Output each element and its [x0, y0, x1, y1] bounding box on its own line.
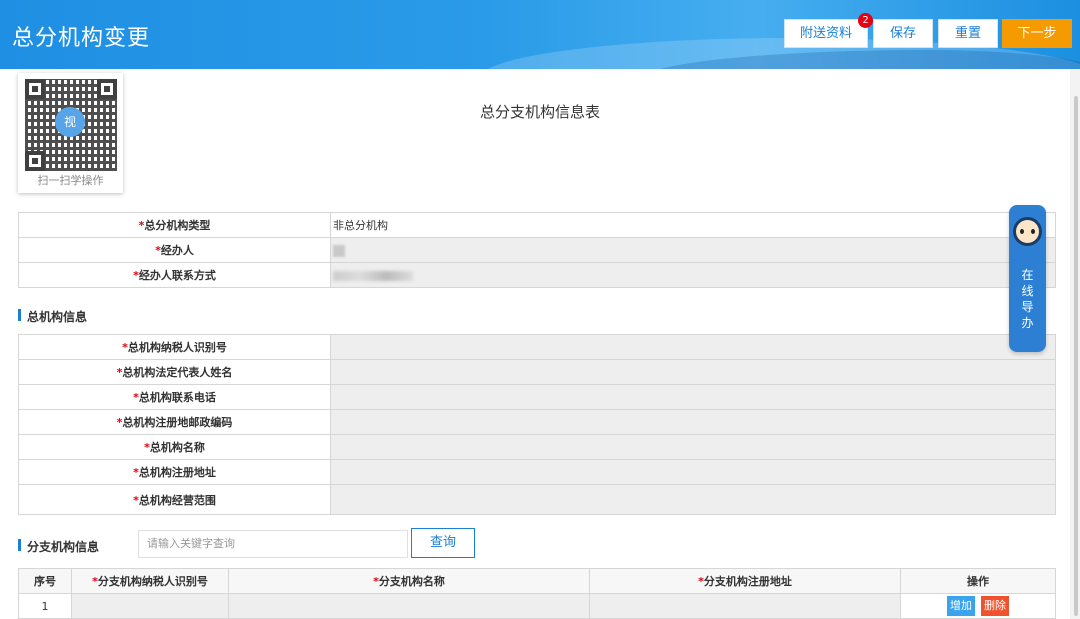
- field-label: *总机构注册地址: [18, 459, 331, 485]
- qr-finder-pattern: [25, 151, 45, 171]
- field-label: *总机构法定代表人姓名: [18, 359, 331, 385]
- hq-phone-field[interactable]: [330, 384, 1056, 410]
- org-type-value[interactable]: 非总分机构: [330, 212, 1056, 238]
- column-header: 操作: [900, 568, 1056, 594]
- table-row: *总机构法定代表人姓名: [18, 359, 1056, 385]
- hq-business-scope-field[interactable]: [330, 484, 1056, 515]
- guide-char: 线: [1021, 284, 1034, 298]
- field-label: *总机构经营范围: [18, 484, 331, 515]
- redacted-value: [333, 270, 413, 281]
- add-row-button[interactable]: 增加: [947, 596, 975, 616]
- page-header: 总分机构变更 附送资料 2 保存 重置 下一步: [0, 0, 1080, 69]
- query-button[interactable]: 查询: [411, 528, 475, 558]
- field-label: *经办人: [18, 237, 331, 263]
- field-label: *总机构联系电话: [18, 384, 331, 410]
- attachment-count-badge: 2: [858, 13, 873, 28]
- field-label: *总机构名称: [18, 434, 331, 460]
- table-row: *总机构注册地址: [18, 459, 1056, 485]
- field-label: *总机构纳税人识别号: [18, 334, 331, 360]
- redacted-value: [333, 244, 345, 257]
- table-row: 1 增加 删除: [18, 593, 1056, 619]
- page-title: 总分机构变更: [12, 26, 151, 51]
- hq-section-title: 总机构信息: [18, 308, 87, 325]
- table-header-row: 序号 *分支机构纳税人识别号 *分支机构名称 *分支机构注册地址 操作: [18, 568, 1056, 594]
- column-header: *分支机构纳税人识别号: [71, 568, 229, 594]
- branch-name-field[interactable]: [228, 593, 590, 619]
- guide-char: 在: [1021, 268, 1034, 282]
- table-row: *总机构名称: [18, 434, 1056, 460]
- branch-tax-id-field[interactable]: [71, 593, 229, 619]
- guide-char: 导: [1021, 300, 1034, 314]
- hq-info-table: *总机构纳税人识别号 *总机构法定代表人姓名 *总机构联系电话 *总机构注册地邮…: [18, 334, 1056, 515]
- next-step-button[interactable]: 下一步: [1002, 19, 1072, 48]
- handler-contact-field[interactable]: [330, 262, 1056, 288]
- qr-code-icon: 视: [25, 79, 117, 171]
- attach-documents-button[interactable]: 附送资料: [784, 19, 868, 48]
- guide-char: 办: [1021, 316, 1034, 330]
- column-header: *分支机构名称: [228, 568, 590, 594]
- table-row: *总机构纳税人识别号: [18, 334, 1056, 360]
- hq-address-field[interactable]: [330, 459, 1056, 485]
- branch-table: 序号 *分支机构纳税人识别号 *分支机构名称 *分支机构注册地址 操作 1 增加…: [18, 568, 1056, 619]
- save-button[interactable]: 保存: [873, 19, 933, 48]
- table-row: *经办人联系方式: [18, 262, 1056, 288]
- online-guide-widget[interactable]: 在 线 导 办: [1009, 205, 1046, 352]
- table-row: *总机构注册地邮政编码: [18, 409, 1056, 435]
- field-label: *总机构注册地邮政编码: [18, 409, 331, 435]
- delete-row-button[interactable]: 删除: [981, 596, 1009, 616]
- reset-button[interactable]: 重置: [938, 19, 998, 48]
- hq-legal-rep-field[interactable]: [330, 359, 1056, 385]
- handler-name-field[interactable]: [330, 237, 1056, 263]
- branch-search-input[interactable]: 请输入关键字查询: [138, 530, 408, 558]
- online-guide-label: 在 线 导 办: [1009, 267, 1046, 331]
- table-row: *总机构经营范围: [18, 484, 1056, 515]
- assistant-avatar-icon: [1013, 217, 1042, 246]
- qr-finder-pattern: [97, 79, 117, 99]
- qr-caption: 扫一扫学操作: [37, 174, 104, 187]
- qr-code-card[interactable]: 视 扫一扫学操作: [18, 73, 123, 193]
- row-index: 1: [18, 593, 72, 619]
- hq-postcode-field[interactable]: [330, 409, 1056, 435]
- branch-address-field[interactable]: [589, 593, 901, 619]
- column-header: *分支机构注册地址: [589, 568, 901, 594]
- basic-info-table: *总分机构类型 非总分机构 *经办人 *经办人联系方式: [18, 212, 1056, 288]
- scrollbar-thumb[interactable]: [1074, 96, 1078, 616]
- hq-tax-id-field[interactable]: [330, 334, 1056, 360]
- table-row: *总机构联系电话: [18, 384, 1056, 410]
- field-label: *总分机构类型: [18, 212, 331, 238]
- row-actions: 增加 删除: [900, 593, 1056, 619]
- form-title: 总分支机构信息表: [479, 103, 600, 121]
- branch-section-title: 分支机构信息: [18, 538, 99, 555]
- field-label: *经办人联系方式: [18, 262, 331, 288]
- qr-finder-pattern: [25, 79, 45, 99]
- table-row: *总分机构类型 非总分机构: [18, 212, 1056, 238]
- column-header: 序号: [18, 568, 72, 594]
- hq-name-field[interactable]: [330, 434, 1056, 460]
- table-row: *经办人: [18, 237, 1056, 263]
